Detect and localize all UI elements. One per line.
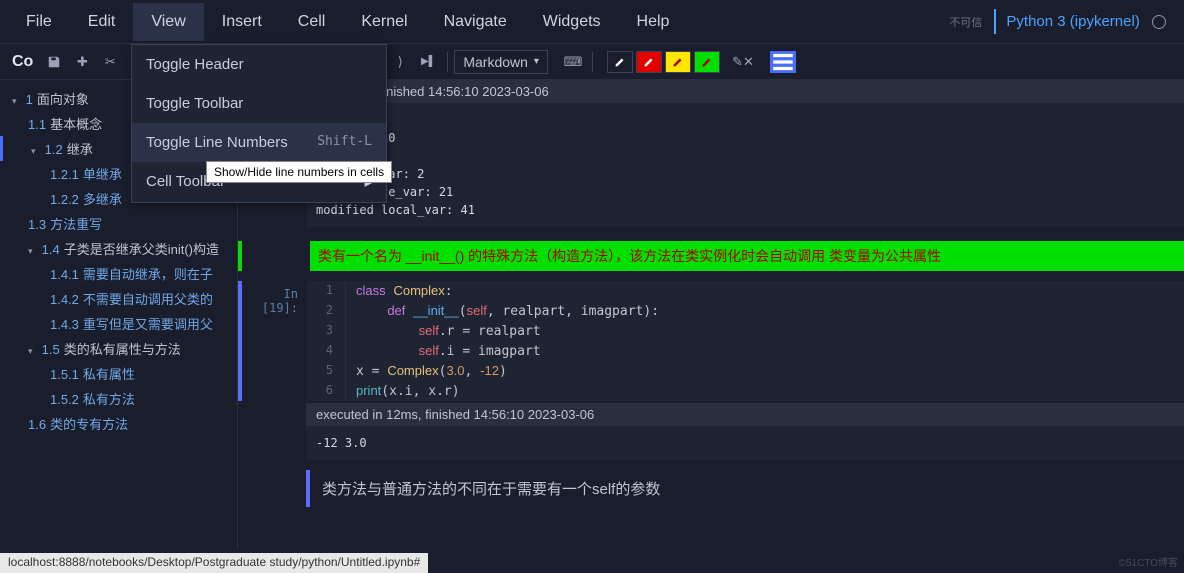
highlighted-text: 类有一个名为 __init__() 的特殊方法（构造方法），该方法在类实例化时会… — [310, 241, 1184, 271]
line-number: 2 — [306, 301, 346, 321]
code-line: self.r = realpart — [346, 321, 1184, 341]
highlighter-red[interactable] — [636, 51, 662, 73]
celltype-select[interactable]: Markdown ▾ — [454, 50, 548, 74]
add-cell-button[interactable]: ✚ — [69, 50, 95, 74]
run-button[interactable]: ▶▌ — [415, 50, 441, 74]
toc-item[interactable]: 1.6类的专有方法 — [0, 411, 237, 436]
code-line: def __init__(self, realpart, imagpart): — [346, 301, 1184, 321]
toc-item[interactable]: 1.3方法重写 — [0, 211, 237, 236]
menu-kernel[interactable]: Kernel — [343, 3, 425, 41]
code-line: x = Complex(3.0, -12) — [346, 361, 1184, 381]
menu-cell[interactable]: Cell — [280, 3, 344, 41]
trust-indicator[interactable]: 不可信 — [949, 14, 982, 30]
toolbar-separator — [447, 52, 448, 72]
code-line: class Complex: — [346, 281, 1184, 301]
menu-file[interactable]: File — [8, 3, 70, 41]
menu-navigate[interactable]: Navigate — [426, 3, 525, 41]
toc-item[interactable]: 1.5.2私有方法 — [0, 386, 237, 411]
toc-item[interactable]: ▾ 1.5类的私有属性与方法 — [0, 336, 237, 361]
cut-button[interactable]: ✂ — [97, 50, 123, 74]
toc-item[interactable]: 1.4.2不需要自动调用父类的 — [0, 286, 237, 311]
tooltip: Show/Hide line numbers in cells — [206, 161, 392, 183]
toc-title: Co — [6, 53, 39, 71]
input-prompt: In [19]: — [242, 281, 306, 401]
exec-info: executed in 12ms, finished 14:56:10 2023… — [306, 403, 1184, 426]
dd-toggle-toolbar[interactable]: Toggle Toolbar — [132, 84, 386, 123]
menubar: File Edit View Insert Cell Kernel Naviga… — [0, 0, 1184, 44]
exec-info: d in 12ms, finished 14:56:10 2023-03-06 — [306, 80, 1184, 103]
nav-button[interactable]: ⟩ — [387, 50, 413, 74]
celltype-label: Markdown — [463, 54, 528, 70]
highlighter-group — [607, 51, 720, 73]
dd-label: Toggle Line Numbers — [146, 134, 288, 151]
highlighter-green[interactable] — [694, 51, 720, 73]
menu-insert[interactable]: Insert — [204, 3, 280, 41]
line-number: 3 — [306, 321, 346, 341]
kernel-label: Python 3 (ipykernel) — [1006, 13, 1139, 30]
toolbar-separator — [592, 52, 593, 72]
markdown-cell[interactable]: 类有一个名为 __init__() 的特殊方法（构造方法），该方法在类实例化时会… — [238, 241, 1184, 271]
dd-toggle-line-numbers[interactable]: Toggle Line Numbers Shift-L — [132, 123, 386, 162]
toc-item[interactable]: ▾ 1.4子类是否继承父类init()构造 — [0, 236, 237, 261]
menu-help[interactable]: Help — [619, 3, 688, 41]
edit-highlight-button[interactable]: ✎✕ — [730, 50, 756, 74]
menu-view[interactable]: View — [133, 3, 203, 41]
toc-item[interactable]: 1.4.3重写但是又需要调用父 — [0, 311, 237, 336]
code-line: print(x.i, x.r) — [346, 381, 1184, 401]
highlighter-none[interactable] — [607, 51, 633, 73]
kernel-indicator-icon — [1152, 15, 1166, 29]
code-cell[interactable]: In [19]: 1class Complex:2 def __init__(s… — [238, 281, 1184, 401]
keyboard-button[interactable]: ⌨ — [560, 50, 586, 74]
menu-edit[interactable]: Edit — [70, 3, 134, 41]
highlighter-yellow[interactable] — [665, 51, 691, 73]
line-number: 5 — [306, 361, 346, 381]
command-palette-button[interactable] — [770, 51, 796, 73]
line-number: 6 — [306, 381, 346, 401]
save-button[interactable] — [41, 50, 67, 74]
toc-item[interactable]: 1.5.1私有属性 — [0, 361, 237, 386]
toc-item[interactable]: 1.4.1需要自动继承，则在子 — [0, 261, 237, 286]
line-number: 4 — [306, 341, 346, 361]
dd-toggle-header[interactable]: Toggle Header — [132, 45, 386, 84]
watermark: ©51CTO博客 — [1119, 554, 1178, 569]
cell-output: _var: 1 nce_var: 20 : 40 ed class_var: 2… — [306, 103, 1184, 227]
status-url: localhost:8888/notebooks/Desktop/Postgra… — [0, 553, 428, 573]
cell-output: -12 3.0 — [306, 426, 1184, 460]
line-number: 1 — [306, 281, 346, 301]
code-editor[interactable]: 1class Complex:2 def __init__(self, real… — [306, 281, 1184, 401]
dd-shortcut: Shift-L — [317, 134, 372, 151]
markdown-cell[interactable]: 类方法与普通方法的不同在于需要有一个self的参数 — [306, 470, 1184, 507]
menu-widgets[interactable]: Widgets — [525, 3, 619, 41]
kernel-name[interactable]: Python 3 (ipykernel) — [994, 9, 1176, 34]
chevron-down-icon: ▾ — [534, 56, 539, 67]
code-line: self.i = imagpart — [346, 341, 1184, 361]
